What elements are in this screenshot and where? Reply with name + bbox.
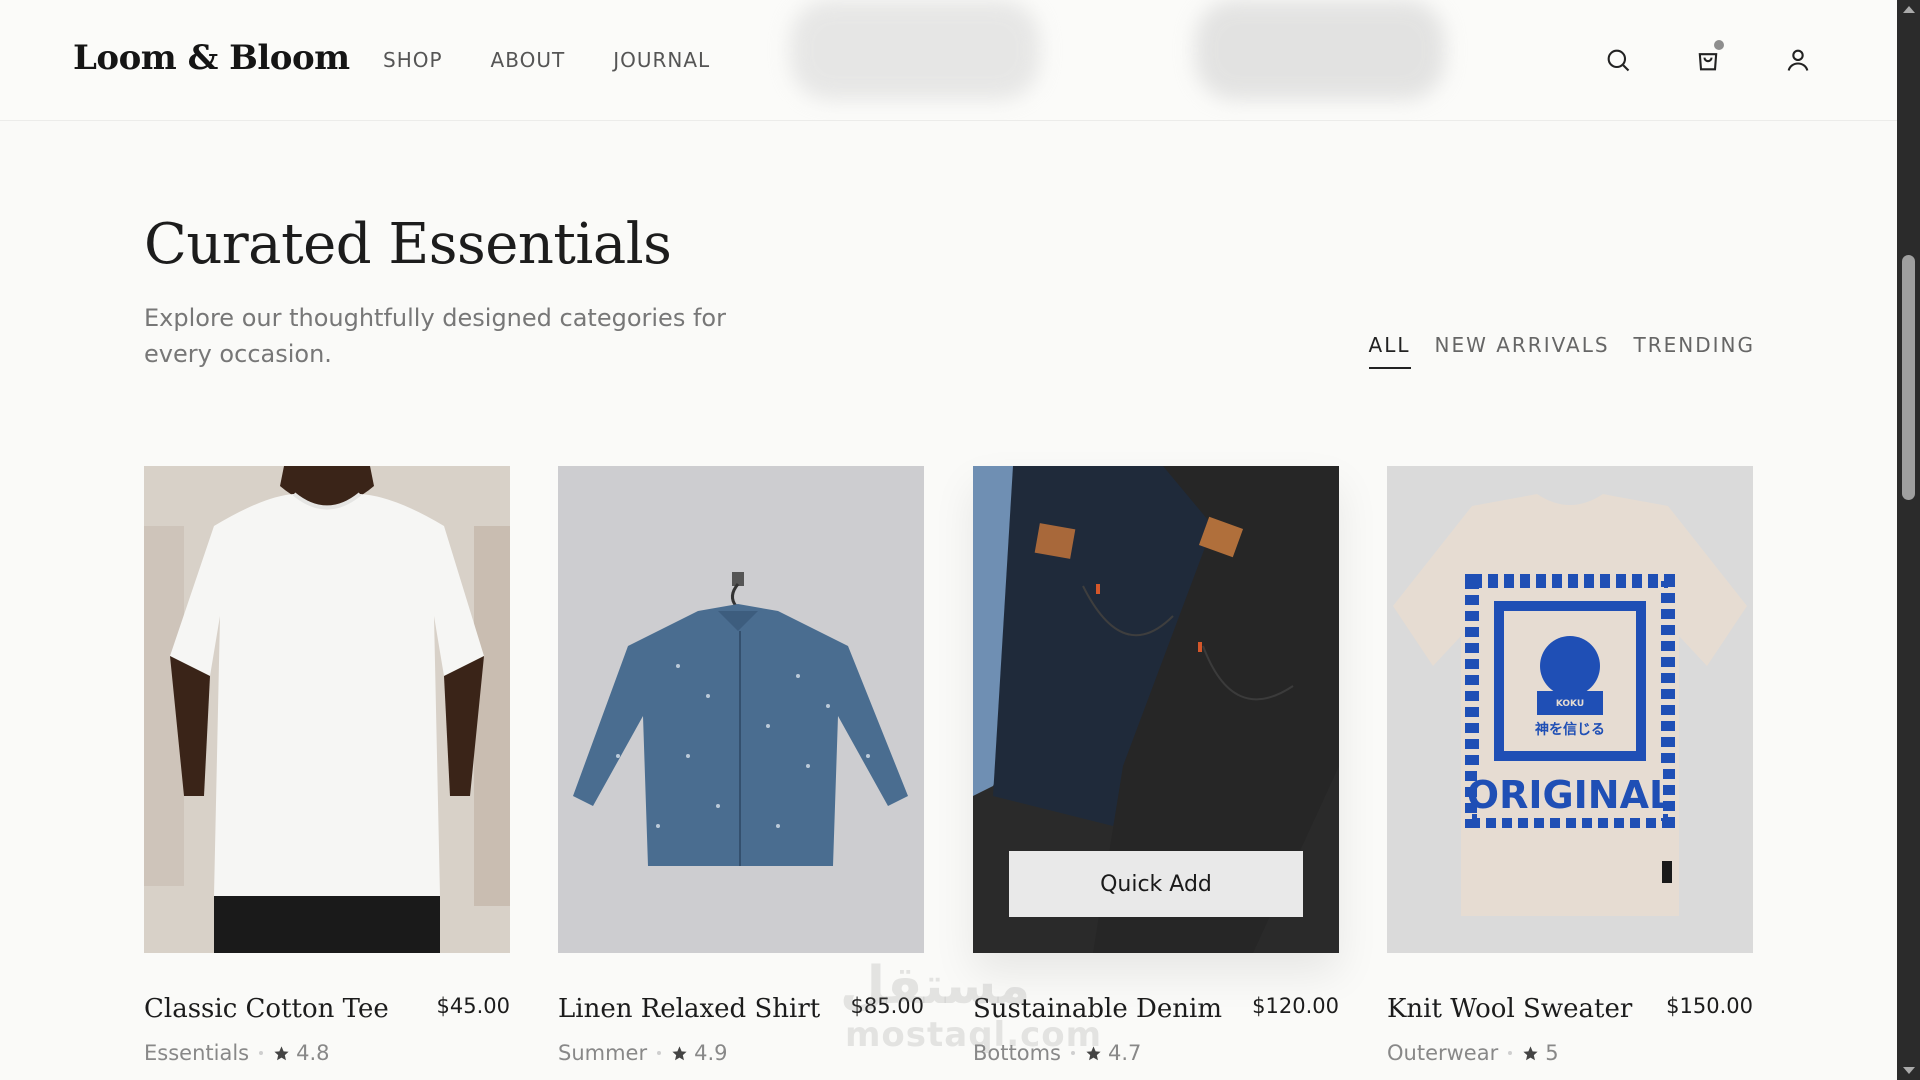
site-logo[interactable]: Loom & Bloom [73,38,350,78]
product-name[interactable]: Classic Cotton Tee [144,994,389,1024]
cart-button[interactable] [1692,40,1724,76]
product-meta: Essentials 4.8 [144,1041,330,1065]
nav-shop[interactable]: SHOP [383,48,443,72]
rating-value: 4.9 [694,1041,728,1065]
product-price: $45.00 [436,994,510,1018]
product-category: Outerwear [1387,1041,1499,1065]
graphic-tee-photo: KOKU 神を信じる ORIGINAL [1387,466,1753,953]
site-header: Loom & Bloom SHOP ABOUT JOURNAL [0,0,1897,121]
scroll-down-arrow-icon[interactable] [1903,1067,1915,1074]
search-icon [1607,49,1630,72]
user-icon [1787,49,1809,71]
product-category: Essentials [144,1041,250,1065]
shopping-bag-icon [1698,53,1718,71]
denim-shirt-photo [558,466,924,953]
main-nav: SHOP ABOUT JOURNAL [383,48,710,72]
product-price: $120.00 [1252,994,1339,1018]
tee-print-bottom: ORIGINAL [1467,773,1673,817]
product-card[interactable]: Quick Add Sustainable Denim $120.00 Bott… [973,466,1339,1065]
star-icon [1523,1045,1538,1060]
account-button[interactable] [1782,44,1814,76]
product-rating: 4.8 [273,1041,330,1065]
product-category: Summer [558,1041,648,1065]
product-price: $150.00 [1666,994,1753,1018]
tab-new-arrivals[interactable]: NEW ARRIVALS [1435,333,1610,369]
product-image-graphic-tee[interactable]: KOKU 神を信じる ORIGINAL [1387,466,1753,953]
product-image-denim[interactable]: Quick Add [973,466,1339,953]
rating-value: 5 [1545,1041,1559,1065]
white-tee-photo [144,466,510,953]
product-image-denim-shirt[interactable] [558,466,924,953]
product-name[interactable]: Linen Relaxed Shirt [558,994,820,1024]
nav-journal[interactable]: JOURNAL [613,48,710,72]
search-button[interactable] [1602,44,1634,76]
scroll-up-arrow-icon[interactable] [1903,6,1915,13]
page-scrollbar[interactable] [1897,0,1920,1080]
product-image-white-tee[interactable] [144,466,510,953]
rating-value: 4.7 [1107,1041,1142,1065]
meta-separator [1508,1051,1513,1055]
rating-value: 4.8 [296,1041,330,1065]
meta-separator [259,1051,264,1055]
nav-about[interactable]: ABOUT [491,48,566,72]
hero-image-blur-left [790,0,1040,100]
product-name[interactable]: Knit Wool Sweater [1387,994,1632,1024]
section-subtitle: Explore our thoughtfully designed catego… [144,304,726,368]
product-card[interactable]: Linen Relaxed Shirt $85.00 Summer 4.9 [558,466,924,1065]
cart-badge [1714,40,1724,50]
product-card[interactable]: KOKU 神を信じる ORIGINAL Knit Wool Sweater $1… [1387,466,1753,1065]
product-meta: Outerwear 5 [1387,1041,1559,1065]
product-meta: Summer 4.9 [558,1041,728,1065]
watermark-arabic: مستقل [840,956,1031,1016]
section-title: Curated Essentials [144,212,672,277]
scrollbar-thumb[interactable] [1902,255,1915,500]
product-rating: 4.9 [671,1041,728,1065]
star-icon [274,1045,289,1060]
watermark-latin: mostaql.com [845,1015,1103,1055]
product-card[interactable]: Classic Cotton Tee $45.00 Essentials 4.8 [144,466,510,1065]
hero-image-blur-right [1195,0,1445,100]
meta-separator [657,1051,662,1055]
tee-print-top: KOKU [1556,699,1584,709]
tab-trending[interactable]: TRENDING [1634,333,1755,369]
product-rating: 5 [1522,1041,1559,1065]
filter-tabs: ALL NEW ARRIVALS TRENDING [1368,333,1755,369]
tee-print-jp: 神を信じる [1535,721,1605,738]
star-icon [672,1045,687,1060]
tab-all[interactable]: ALL [1368,333,1411,369]
quick-add-button[interactable]: Quick Add [1009,851,1303,917]
